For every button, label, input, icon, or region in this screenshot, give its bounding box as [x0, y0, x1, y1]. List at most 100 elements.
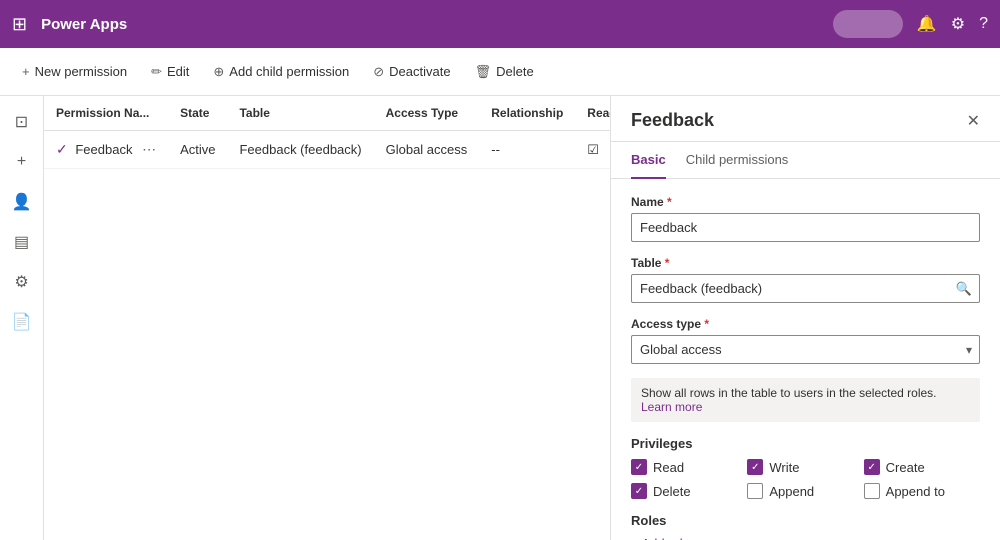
- avatar[interactable]: [833, 10, 903, 38]
- sidebar-icon-docs[interactable]: 📄: [4, 304, 40, 340]
- bell-icon[interactable]: 🔔: [917, 14, 937, 34]
- table-field-label: Table *: [631, 256, 980, 270]
- permissions-table: Permission Na... State Table Access Type…: [44, 96, 610, 169]
- edit-label: Edit: [167, 64, 189, 79]
- cell-access: Global access: [374, 131, 480, 169]
- delete-checkbox[interactable]: [631, 483, 647, 499]
- name-field-label: Name *: [631, 195, 980, 209]
- write-label: Write: [769, 460, 799, 475]
- read-label: Read: [653, 460, 684, 475]
- delete-label: Delete: [653, 484, 691, 499]
- plus-icon: +: [22, 64, 30, 79]
- cell-relationship: --: [479, 131, 575, 169]
- tab-child-permissions[interactable]: Child permissions: [686, 142, 789, 179]
- cell-state: Active: [168, 131, 227, 169]
- info-box: Show all rows in the table to users in t…: [631, 378, 980, 422]
- deactivate-button[interactable]: ⊘ Deactivate: [363, 58, 460, 86]
- priv-append: Append: [747, 483, 863, 499]
- cell-table: Feedback (feedback): [227, 131, 373, 169]
- append-to-label: Append to: [886, 484, 945, 499]
- delete-button[interactable]: 🗑 Delete: [465, 58, 544, 86]
- app-title: Power Apps: [41, 16, 823, 33]
- table-search-icon: 🔍: [956, 281, 972, 297]
- panel-close-button[interactable]: ✕: [967, 111, 980, 131]
- col-header-table[interactable]: Table: [227, 96, 373, 131]
- learn-more-link[interactable]: Learn more: [641, 400, 702, 414]
- help-icon[interactable]: ?: [979, 15, 988, 33]
- delete-icon: 🗑: [475, 64, 492, 80]
- content-area: Permission Na... State Table Access Type…: [44, 96, 610, 540]
- privileges-title: Privileges: [631, 436, 980, 451]
- roles-title: Roles: [631, 513, 980, 528]
- table-input[interactable]: [631, 274, 980, 303]
- access-type-select[interactable]: Global access Deep Local Basic (User): [631, 335, 980, 364]
- add-child-permission-button[interactable]: ⊕ Add child permission: [203, 58, 359, 86]
- panel-body: Name * Table * 🔍 Access type: [611, 179, 1000, 540]
- sidebar-icon-home[interactable]: ⊡: [4, 104, 40, 140]
- panel-tabs: Basic Child permissions: [611, 142, 1000, 179]
- tab-basic[interactable]: Basic: [631, 142, 666, 179]
- panel-header: Feedback ✕: [611, 96, 1000, 142]
- col-header-name[interactable]: Permission Na...: [44, 96, 168, 131]
- add-roles-label: + Add roles: [631, 536, 696, 540]
- cell-read: ☑: [575, 131, 610, 169]
- deactivate-label: Deactivate: [389, 64, 450, 79]
- row-more-icon[interactable]: ⋯: [142, 141, 156, 157]
- actionbar: + New permission ✏ Edit ⊕ Add child perm…: [0, 48, 1000, 96]
- append-label: Append: [769, 484, 814, 499]
- row-status-icon: ✓: [56, 141, 68, 157]
- edit-button[interactable]: ✏ Edit: [141, 58, 199, 86]
- topbar: ⊞ Power Apps 🔔 ⚙ ?: [0, 0, 1000, 48]
- table-area: Permission Na... State Table Access Type…: [44, 96, 610, 540]
- append-to-checkbox[interactable]: [864, 483, 880, 499]
- roles-section: Roles + Add roles 👥 Administrators ⋯ 👥 A…: [631, 513, 980, 540]
- privileges-section: Privileges Read Write Create: [631, 436, 980, 499]
- write-checkbox[interactable]: [747, 459, 763, 475]
- name-required-star: *: [667, 195, 672, 209]
- topbar-right: 🔔 ⚙ ?: [833, 10, 988, 38]
- access-type-required-star: *: [704, 317, 709, 331]
- row-name-label: Feedback: [75, 142, 132, 157]
- new-permission-button[interactable]: + New permission: [12, 58, 137, 85]
- sidebar: ⊡ + 👤 ▤ ⚙ 📄: [0, 96, 44, 540]
- priv-read: Read: [631, 459, 747, 475]
- gear-icon[interactable]: ⚙: [951, 14, 965, 34]
- sidebar-icon-add[interactable]: +: [4, 144, 40, 180]
- add-child-label: Add child permission: [229, 64, 349, 79]
- grid-icon: ⊞: [12, 14, 27, 35]
- new-permission-label: New permission: [35, 64, 127, 79]
- access-type-label: Access type *: [631, 317, 980, 331]
- table-search-wrap: 🔍: [631, 274, 980, 303]
- sidebar-icon-settings[interactable]: ⚙: [4, 264, 40, 300]
- append-checkbox[interactable]: [747, 483, 763, 499]
- add-roles-button[interactable]: + Add roles: [631, 536, 696, 540]
- table-header-row: Permission Na... State Table Access Type…: [44, 96, 610, 131]
- read-checkbox[interactable]: [631, 459, 647, 475]
- edit-icon: ✏: [151, 64, 162, 80]
- col-header-state[interactable]: State: [168, 96, 227, 131]
- create-label: Create: [886, 460, 925, 475]
- col-header-access[interactable]: Access Type: [374, 96, 480, 131]
- name-field-group: Name *: [631, 195, 980, 242]
- col-header-relationship[interactable]: Relationship: [479, 96, 575, 131]
- add-child-icon: ⊕: [213, 64, 224, 80]
- privileges-grid: Read Write Create Delete: [631, 459, 980, 499]
- table-row[interactable]: ✓ Feedback ⋯ Active Feedback (feedback) …: [44, 131, 610, 169]
- panel-title: Feedback: [631, 110, 714, 131]
- col-header-read[interactable]: Read: [575, 96, 610, 131]
- name-input[interactable]: [631, 213, 980, 242]
- delete-label: Delete: [496, 64, 534, 79]
- sidebar-icon-table[interactable]: ▤: [4, 224, 40, 260]
- detail-panel: Feedback ✕ Basic Child permissions Name …: [610, 96, 1000, 540]
- access-type-select-wrap: Global access Deep Local Basic (User) ▾: [631, 335, 980, 364]
- deactivate-icon: ⊘: [373, 64, 384, 80]
- cell-name: ✓ Feedback ⋯: [44, 131, 168, 169]
- create-checkbox[interactable]: [864, 459, 880, 475]
- sidebar-icon-users[interactable]: 👤: [4, 184, 40, 220]
- table-required-star: *: [665, 256, 670, 270]
- access-type-field-group: Access type * Global access Deep Local B…: [631, 317, 980, 364]
- priv-append-to: Append to: [864, 483, 980, 499]
- main-layout: ⊡ + 👤 ▤ ⚙ 📄 Permission Na... State Table…: [0, 96, 1000, 540]
- priv-delete: Delete: [631, 483, 747, 499]
- priv-create: Create: [864, 459, 980, 475]
